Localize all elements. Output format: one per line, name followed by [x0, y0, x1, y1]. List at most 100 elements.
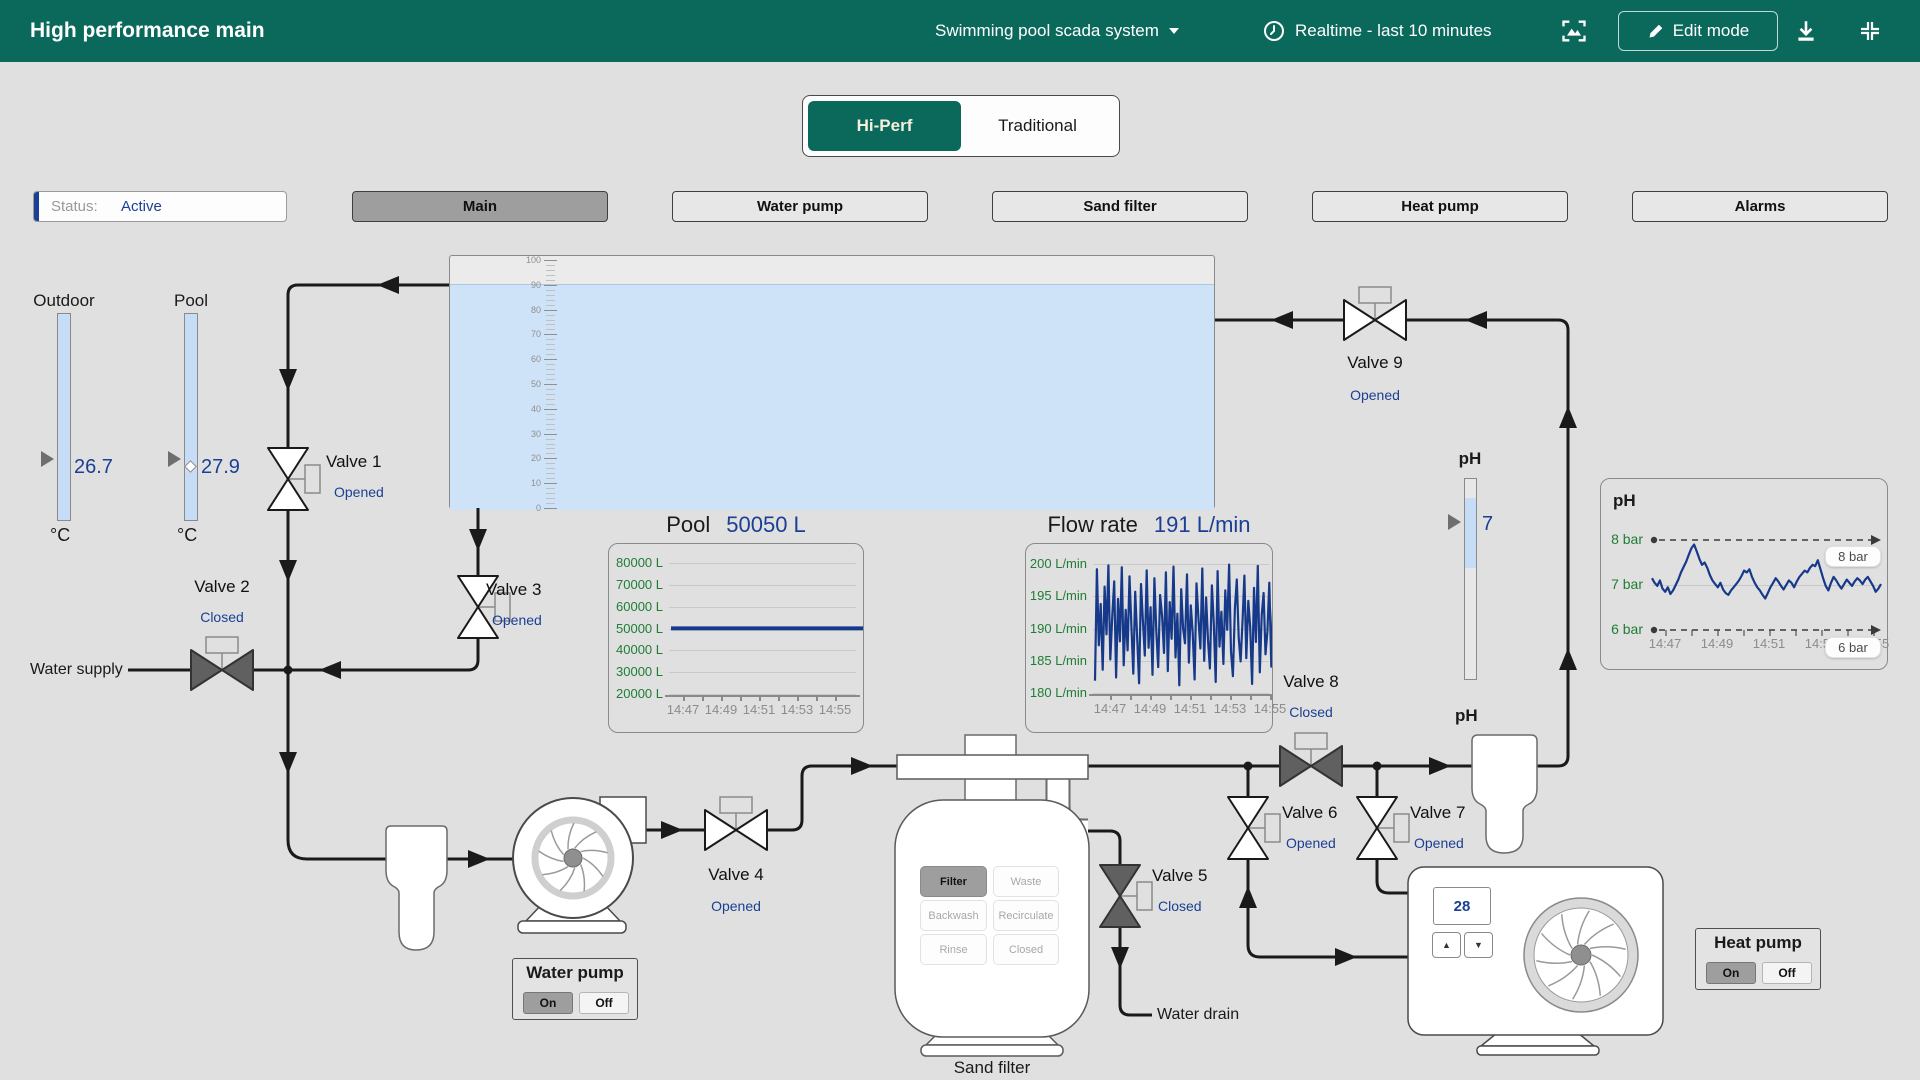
tank-scale-label: 40 — [505, 404, 541, 414]
valve-v2[interactable] — [191, 637, 253, 690]
flow-arrow-icon — [1111, 947, 1129, 969]
download-button[interactable] — [1793, 18, 1819, 49]
tank-scale-minor-tick — [546, 493, 555, 494]
tab-traditional[interactable]: Traditional — [961, 101, 1114, 151]
valve-v7[interactable] — [1357, 797, 1409, 859]
setpoint-decrease-button[interactable]: ▼ — [1464, 932, 1493, 958]
flow-chart-name: Flow rate — [1047, 512, 1137, 538]
threshold-badge-high: 8 bar — [1825, 546, 1881, 567]
dashboard-picker[interactable]: Swimming pool scada system — [935, 21, 1179, 41]
impeller-blade — [583, 858, 603, 876]
flow-arrow-icon — [1559, 648, 1577, 670]
nav-water-pump[interactable]: Water pump — [672, 191, 928, 222]
heat-pump-skirt — [1481, 1033, 1594, 1046]
flow-arrow-icon — [1465, 311, 1487, 329]
valve-label-v8: Valve 8 — [1256, 672, 1366, 692]
valve-state-v3: Opened — [492, 612, 542, 628]
valve-v1[interactable] — [268, 448, 320, 510]
valve-v8[interactable] — [1280, 733, 1342, 786]
pump-hub — [564, 849, 582, 867]
edit-mode-button[interactable]: Edit mode — [1618, 11, 1778, 51]
tank-scale-minor-tick — [546, 478, 555, 479]
heat-pump-fan-ring — [1524, 898, 1638, 1012]
status-indicator: Status: Active — [33, 191, 287, 222]
impeller-blade — [1584, 924, 1613, 944]
outdoor-thermo-value: 26.7 — [74, 456, 113, 479]
water-pump-body[interactable] — [513, 798, 633, 918]
nav-alarms[interactable]: Alarms — [1632, 191, 1888, 222]
tank-scale-minor-tick — [546, 463, 555, 464]
sand-mode-recirculate[interactable]: Recirculate — [993, 900, 1059, 931]
valve-state-v7: Opened — [1414, 835, 1464, 851]
sand-filter-elbow — [1058, 779, 1088, 831]
image-icon — [1560, 17, 1588, 45]
valve-state-v6: Opened — [1286, 835, 1336, 851]
flow-chart-value: 191 L/min — [1154, 512, 1251, 538]
sand-mode-waste[interactable]: Waste — [993, 866, 1059, 897]
tank-scale-minor-tick — [546, 324, 555, 325]
sand-mode-filter[interactable]: Filter — [920, 866, 987, 897]
tank-scale-minor-tick — [546, 275, 555, 276]
flow-arrow-icon — [279, 752, 297, 774]
valve-actuator — [206, 637, 238, 653]
kiosk-mode-button[interactable] — [1858, 19, 1882, 48]
valve-actuator — [1394, 814, 1409, 842]
heat-pump-on-button[interactable]: On — [1706, 962, 1756, 984]
tank-scale-label: 10 — [505, 478, 541, 488]
tank-scale-minor-tick — [546, 444, 555, 445]
pool-thermo-pointer — [168, 451, 181, 467]
flow-arrow-icon — [1335, 948, 1357, 966]
compress-icon — [1858, 19, 1882, 43]
pipe — [1377, 766, 1408, 893]
heat-pump-off-button[interactable]: Off — [1762, 962, 1812, 984]
nav-sand-filter[interactable]: Sand filter — [992, 191, 1248, 222]
valve-v9[interactable] — [1344, 287, 1406, 340]
pool-thermo-bar — [184, 313, 198, 521]
pipe — [1087, 831, 1152, 1015]
valve-v5[interactable] — [1100, 865, 1152, 927]
strainer-funnel — [386, 826, 447, 950]
impeller-blade — [581, 850, 608, 852]
sand-mode-closed[interactable]: Closed — [993, 934, 1059, 965]
sand-mode-backwash[interactable]: Backwash — [920, 900, 987, 931]
chart-canvas — [609, 544, 863, 732]
outdoor-thermo-unit: °C — [50, 525, 70, 546]
tab-hi-perf[interactable]: Hi-Perf — [808, 101, 961, 151]
tank-scale-minor-tick — [546, 329, 555, 330]
outdoor-thermo-label: Outdoor — [24, 291, 104, 311]
tank-scale-tick — [544, 384, 557, 385]
tank-scale-minor-tick — [546, 364, 555, 365]
tank-scale-tick — [544, 434, 557, 435]
valve-actuator — [1137, 882, 1152, 910]
ph-gauge-bar — [1464, 478, 1477, 680]
tank-scale-minor-tick — [546, 339, 555, 340]
valve-v6[interactable] — [1228, 797, 1280, 859]
tank-scale-minor-tick — [546, 488, 555, 489]
nav-heat-pump[interactable]: Heat pump — [1312, 191, 1568, 222]
tank-scale-label: 100 — [505, 255, 541, 265]
tank-scale-minor-tick — [546, 394, 555, 395]
tank-scale-tick — [544, 508, 557, 509]
tank-scale-minor-tick — [546, 453, 555, 454]
tank-scale-minor-tick — [546, 468, 555, 469]
water-pump-off-button[interactable]: Off — [579, 992, 629, 1014]
pipe-junction — [1373, 762, 1382, 771]
tank-scale-minor-tick — [546, 503, 555, 504]
flow-arrow-icon — [279, 369, 297, 391]
setpoint-increase-button[interactable]: ▲ — [1432, 932, 1461, 958]
tank-scale-minor-tick — [546, 429, 555, 430]
snapshot-image-button[interactable] — [1560, 17, 1588, 50]
water-pump-on-button[interactable]: On — [523, 992, 573, 1014]
pool-thermo-unit: °C — [177, 525, 197, 546]
clock-icon — [1262, 19, 1286, 43]
status-label: Status: — [51, 198, 98, 215]
valve-v4[interactable] — [705, 797, 767, 850]
valve-label-v7: Valve 7 — [1410, 803, 1465, 823]
pool-volume-chart: 80000 L70000 L60000 L50000 L40000 L30000… — [608, 543, 864, 733]
nav-main[interactable]: Main — [352, 191, 608, 222]
ph-sensor-label: pH — [1455, 706, 1555, 726]
time-range-picker[interactable]: Realtime - last 10 minutes — [1262, 19, 1492, 43]
sand-mode-rinse[interactable]: Rinse — [920, 934, 987, 965]
tank-scale-minor-tick — [546, 305, 555, 306]
pool-chart-title: Pool 50050 L — [608, 512, 864, 538]
